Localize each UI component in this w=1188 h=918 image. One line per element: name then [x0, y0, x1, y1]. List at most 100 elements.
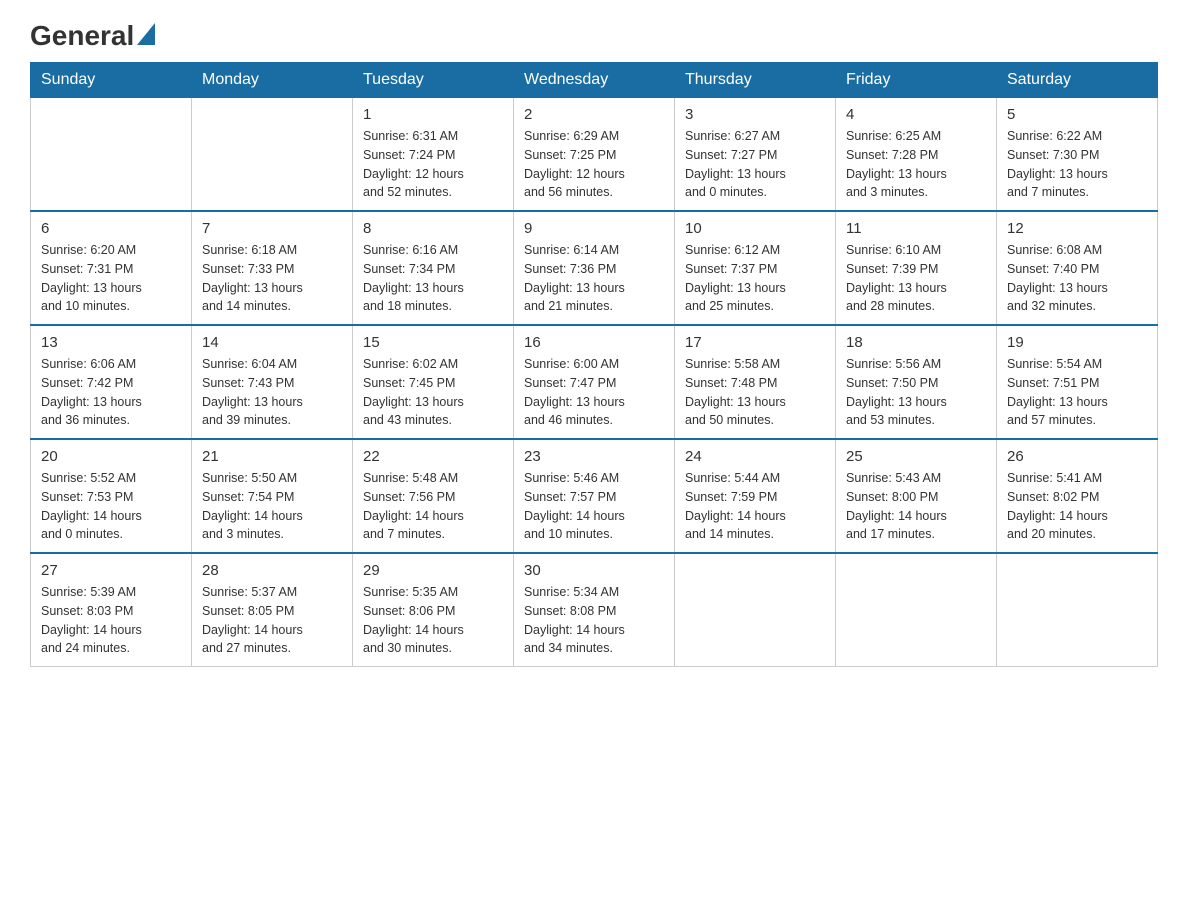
- calendar-cell: 3Sunrise: 6:27 AMSunset: 7:27 PMDaylight…: [675, 98, 836, 212]
- day-number: 11: [846, 220, 986, 237]
- calendar-cell: 12 Sunrise: 6:08 AMSunset: 7:40 PMDayligh…: [997, 211, 1158, 325]
- day-number: 28: [202, 562, 342, 579]
- logo: General: [30, 20, 155, 52]
- calendar-cell: [997, 553, 1158, 667]
- calendar-cell: [836, 553, 997, 667]
- day-info: Sunrise: 6:27 AMSunset: 7:27 PMDaylight:…: [685, 127, 825, 202]
- calendar-cell: 4 Sunrise: 6:25 AMSunset: 7:28 PMDaylight…: [836, 98, 997, 212]
- day-number: 9: [524, 220, 664, 237]
- day-info: Sunrise: 6:25 AMSunset: 7:28 PMDaylight:…: [846, 127, 986, 202]
- calendar-cell: 20Sunrise: 5:52 AMSunset: 7:53 PMDayligh…: [31, 439, 192, 553]
- calendar-header-row: SundayMondayTuesdayWednesdayThursdayFrid…: [31, 63, 1158, 98]
- day-number: 2: [524, 106, 664, 123]
- day-info: Sunrise: 6:18 AMSunset: 7:33 PMDaylight:…: [202, 241, 342, 316]
- day-info: Sunrise: 6:12 AMSunset: 7:37 PMDaylight:…: [685, 241, 825, 316]
- day-number: 6: [41, 220, 181, 237]
- calendar-cell: 21 Sunrise: 5:50 AMSunset: 7:54 PMDayligh…: [192, 439, 353, 553]
- calendar-cell: 22 Sunrise: 5:48 AMSunset: 7:56 PMDayligh…: [353, 439, 514, 553]
- day-info: Sunrise: 5:52 AMSunset: 7:53 PMDaylight:…: [41, 469, 181, 544]
- day-number: 24: [685, 448, 825, 465]
- day-number: 27: [41, 562, 181, 579]
- calendar-cell: [192, 98, 353, 212]
- calendar-cell: 17Sunrise: 5:58 AMSunset: 7:48 PMDayligh…: [675, 325, 836, 439]
- day-number: 12: [1007, 220, 1147, 237]
- calendar-week-row: 13 Sunrise: 6:06 AMSunset: 7:42 PMDayligh…: [31, 325, 1158, 439]
- day-info: Sunrise: 6:06 AMSunset: 7:42 PMDaylight:…: [41, 355, 181, 430]
- day-number: 7: [202, 220, 342, 237]
- calendar-cell: 23Sunrise: 5:46 AMSunset: 7:57 PMDayligh…: [514, 439, 675, 553]
- calendar-cell: [31, 98, 192, 212]
- calendar-cell: 16Sunrise: 6:00 AMSunset: 7:47 PMDayligh…: [514, 325, 675, 439]
- calendar-week-row: 27 Sunrise: 5:39 AMSunset: 8:03 PMDayligh…: [31, 553, 1158, 667]
- day-info: Sunrise: 6:29 AMSunset: 7:25 PMDaylight:…: [524, 127, 664, 202]
- calendar-cell: [675, 553, 836, 667]
- day-info: Sunrise: 5:43 AMSunset: 8:00 PMDaylight:…: [846, 469, 986, 544]
- day-number: 14: [202, 334, 342, 351]
- day-info: Sunrise: 5:50 AMSunset: 7:54 PMDaylight:…: [202, 469, 342, 544]
- day-number: 30: [524, 562, 664, 579]
- calendar-week-row: 1 Sunrise: 6:31 AMSunset: 7:24 PMDaylight…: [31, 98, 1158, 212]
- day-info: Sunrise: 5:34 AMSunset: 8:08 PMDaylight:…: [524, 583, 664, 658]
- day-info: Sunrise: 6:16 AMSunset: 7:34 PMDaylight:…: [363, 241, 503, 316]
- calendar-cell: 10 Sunrise: 6:12 AMSunset: 7:37 PMDayligh…: [675, 211, 836, 325]
- weekday-header-monday: Monday: [192, 63, 353, 98]
- day-number: 13: [41, 334, 181, 351]
- calendar-cell: 25 Sunrise: 5:43 AMSunset: 8:00 PMDayligh…: [836, 439, 997, 553]
- day-info: Sunrise: 5:39 AMSunset: 8:03 PMDaylight:…: [41, 583, 181, 658]
- day-info: Sunrise: 5:41 AMSunset: 8:02 PMDaylight:…: [1007, 469, 1147, 544]
- calendar-cell: 24Sunrise: 5:44 AMSunset: 7:59 PMDayligh…: [675, 439, 836, 553]
- day-number: 26: [1007, 448, 1147, 465]
- day-number: 4: [846, 106, 986, 123]
- day-info: Sunrise: 5:58 AMSunset: 7:48 PMDaylight:…: [685, 355, 825, 430]
- weekday-header-wednesday: Wednesday: [514, 63, 675, 98]
- calendar-week-row: 20Sunrise: 5:52 AMSunset: 7:53 PMDayligh…: [31, 439, 1158, 553]
- calendar-cell: 7 Sunrise: 6:18 AMSunset: 7:33 PMDaylight…: [192, 211, 353, 325]
- day-info: Sunrise: 5:35 AMSunset: 8:06 PMDaylight:…: [363, 583, 503, 658]
- day-info: Sunrise: 5:54 AMSunset: 7:51 PMDaylight:…: [1007, 355, 1147, 430]
- day-number: 21: [202, 448, 342, 465]
- day-number: 22: [363, 448, 503, 465]
- page-header: General: [30, 20, 1158, 52]
- calendar-cell: 19 Sunrise: 5:54 AMSunset: 7:51 PMDayligh…: [997, 325, 1158, 439]
- calendar-cell: 6 Sunrise: 6:20 AMSunset: 7:31 PMDaylight…: [31, 211, 192, 325]
- calendar-table: SundayMondayTuesdayWednesdayThursdayFrid…: [30, 62, 1158, 667]
- calendar-cell: 28 Sunrise: 5:37 AMSunset: 8:05 PMDayligh…: [192, 553, 353, 667]
- day-number: 5: [1007, 106, 1147, 123]
- day-info: Sunrise: 6:14 AMSunset: 7:36 PMDaylight:…: [524, 241, 664, 316]
- calendar-cell: 30 Sunrise: 5:34 AMSunset: 8:08 PMDayligh…: [514, 553, 675, 667]
- day-number: 10: [685, 220, 825, 237]
- calendar-week-row: 6 Sunrise: 6:20 AMSunset: 7:31 PMDaylight…: [31, 211, 1158, 325]
- day-number: 29: [363, 562, 503, 579]
- day-info: Sunrise: 5:48 AMSunset: 7:56 PMDaylight:…: [363, 469, 503, 544]
- calendar-cell: 9 Sunrise: 6:14 AMSunset: 7:36 PMDaylight…: [514, 211, 675, 325]
- calendar-cell: 26 Sunrise: 5:41 AMSunset: 8:02 PMDayligh…: [997, 439, 1158, 553]
- calendar-cell: 2 Sunrise: 6:29 AMSunset: 7:25 PMDaylight…: [514, 98, 675, 212]
- calendar-cell: 11Sunrise: 6:10 AMSunset: 7:39 PMDayligh…: [836, 211, 997, 325]
- logo-general-text: General: [30, 20, 134, 52]
- day-number: 15: [363, 334, 503, 351]
- day-info: Sunrise: 6:08 AMSunset: 7:40 PMDaylight:…: [1007, 241, 1147, 316]
- calendar-cell: 1 Sunrise: 6:31 AMSunset: 7:24 PMDaylight…: [353, 98, 514, 212]
- day-number: 19: [1007, 334, 1147, 351]
- calendar-cell: 15 Sunrise: 6:02 AMSunset: 7:45 PMDayligh…: [353, 325, 514, 439]
- calendar-cell: 8Sunrise: 6:16 AMSunset: 7:34 PMDaylight…: [353, 211, 514, 325]
- calendar-cell: 29 Sunrise: 5:35 AMSunset: 8:06 PMDayligh…: [353, 553, 514, 667]
- day-number: 18: [846, 334, 986, 351]
- logo-triangle-icon: [137, 23, 155, 50]
- day-info: Sunrise: 5:37 AMSunset: 8:05 PMDaylight:…: [202, 583, 342, 658]
- day-info: Sunrise: 6:02 AMSunset: 7:45 PMDaylight:…: [363, 355, 503, 430]
- day-info: Sunrise: 6:20 AMSunset: 7:31 PMDaylight:…: [41, 241, 181, 316]
- day-info: Sunrise: 6:31 AMSunset: 7:24 PMDaylight:…: [363, 127, 503, 202]
- calendar-cell: 13 Sunrise: 6:06 AMSunset: 7:42 PMDayligh…: [31, 325, 192, 439]
- weekday-header-friday: Friday: [836, 63, 997, 98]
- calendar-cell: 27 Sunrise: 5:39 AMSunset: 8:03 PMDayligh…: [31, 553, 192, 667]
- day-info: Sunrise: 5:56 AMSunset: 7:50 PMDaylight:…: [846, 355, 986, 430]
- day-info: Sunrise: 5:46 AMSunset: 7:57 PMDaylight:…: [524, 469, 664, 544]
- day-number: 25: [846, 448, 986, 465]
- calendar-cell: 5Sunrise: 6:22 AMSunset: 7:30 PMDaylight…: [997, 98, 1158, 212]
- day-number: 1: [363, 106, 503, 123]
- weekday-header-sunday: Sunday: [31, 63, 192, 98]
- weekday-header-saturday: Saturday: [997, 63, 1158, 98]
- day-info: Sunrise: 6:00 AMSunset: 7:47 PMDaylight:…: [524, 355, 664, 430]
- weekday-header-tuesday: Tuesday: [353, 63, 514, 98]
